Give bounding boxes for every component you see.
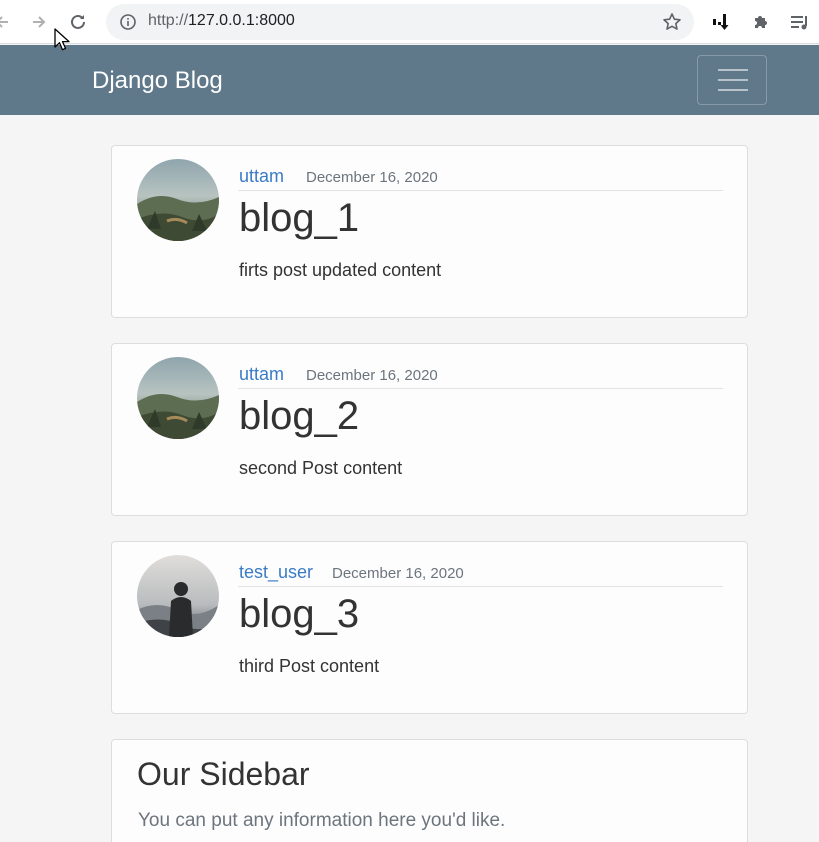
back-arrow-icon	[0, 16, 8, 28]
back-button[interactable]	[0, 8, 16, 36]
post-card: uttam December 16, 2020 blog_1 firts pos…	[111, 145, 748, 318]
post-date: December 16, 2020	[306, 367, 438, 384]
reload-icon	[71, 14, 85, 29]
post-content: firts post updated content	[239, 260, 442, 280]
extension-icon	[713, 14, 729, 30]
post-title-link[interactable]: blog_2	[239, 394, 359, 439]
extensions-menu-button[interactable]	[749, 10, 773, 34]
address-bar[interactable]: http://127.0.0.1:8000	[106, 4, 694, 40]
url-host: 127.0.0.1:8000	[188, 12, 295, 29]
author-avatar	[137, 159, 219, 241]
reading-list-icon	[791, 16, 807, 30]
post-card: uttam December 16, 2020 blog_2 second Po…	[111, 343, 748, 516]
author-avatar	[137, 555, 219, 637]
site-navbar: Django Blog	[0, 45, 819, 115]
post-meta: test_user December 16, 2020	[238, 556, 723, 587]
post-meta: uttam December 16, 2020	[238, 358, 723, 389]
sidebar-title: Our Sidebar	[137, 756, 310, 792]
navbar-toggle-button[interactable]	[697, 55, 767, 105]
mouse-cursor-icon	[54, 28, 70, 51]
star-icon[interactable]	[662, 12, 682, 32]
post-meta: uttam December 16, 2020	[238, 160, 723, 191]
url-text[interactable]: http://127.0.0.1:8000	[148, 12, 295, 30]
info-icon[interactable]	[120, 14, 136, 30]
post-date: December 16, 2020	[306, 169, 438, 186]
puzzle-icon	[755, 16, 767, 28]
author-link[interactable]: uttam	[239, 166, 284, 187]
browser-toolbar: http://127.0.0.1:8000	[0, 0, 819, 44]
reading-list-button[interactable]	[788, 10, 812, 34]
forward-arrow-icon	[33, 16, 46, 28]
post-title-link[interactable]: blog_1	[239, 196, 359, 241]
sidebar-text: You can put any information here you'd l…	[138, 810, 506, 831]
author-link[interactable]: uttam	[239, 364, 284, 385]
post-content: second Post content	[239, 458, 403, 478]
forward-button[interactable]	[25, 8, 53, 36]
author-link[interactable]: test_user	[239, 562, 313, 583]
brand-link[interactable]: Django Blog	[92, 67, 223, 95]
post-card: test_user December 16, 2020 blog_3 third…	[111, 541, 748, 714]
post-date: December 16, 2020	[332, 565, 464, 582]
hamburger-icon	[718, 69, 748, 71]
post-title-link[interactable]: blog_3	[239, 592, 359, 637]
sidebar-card: Our Sidebar You can put any information …	[111, 739, 748, 842]
author-avatar	[137, 357, 219, 439]
post-content: third Post content	[239, 656, 380, 676]
extension-button[interactable]	[708, 10, 732, 34]
url-scheme: http://	[148, 12, 189, 29]
